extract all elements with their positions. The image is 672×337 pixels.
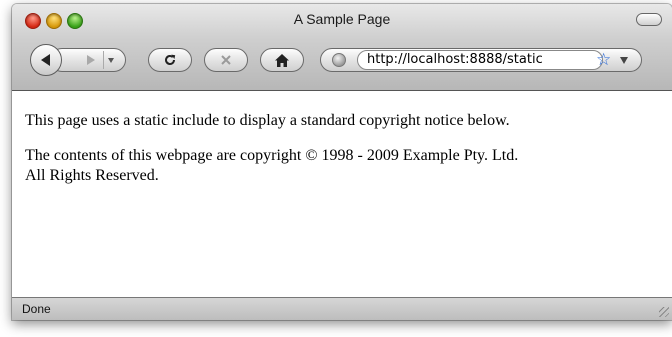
site-globe-icon[interactable] — [332, 53, 346, 67]
toolbar-divider — [103, 51, 104, 69]
back-forward-group — [30, 44, 126, 76]
stop-button[interactable] — [204, 48, 248, 72]
title-bar: A Sample Page http://localhost:8888/stat… — [12, 4, 672, 91]
browser-window: A Sample Page http://localhost:8888/stat… — [12, 4, 672, 320]
url-input[interactable]: http://localhost:8888/static — [357, 50, 603, 70]
home-icon — [275, 53, 289, 67]
window-title: A Sample Page — [293, 11, 391, 27]
home-button[interactable] — [260, 48, 304, 72]
reload-icon — [165, 54, 176, 65]
intro-paragraph: This page uses a static include to displ… — [25, 112, 510, 129]
rights-reserved: All Rights Reserved. — [25, 167, 159, 184]
status-text: Done — [22, 302, 51, 316]
history-dropdown-icon[interactable] — [108, 58, 114, 63]
status-bar: Done — [12, 297, 672, 320]
forward-arrow-icon — [87, 55, 95, 65]
copyright-notice: The contents of this webpage are copyrig… — [25, 147, 519, 164]
toolbar-toggle-button[interactable] — [636, 13, 662, 26]
page-content: This page uses a static include to displ… — [12, 91, 672, 297]
resize-grip[interactable] — [659, 307, 669, 317]
reload-button[interactable] — [148, 48, 192, 72]
back-button[interactable] — [30, 44, 62, 76]
url-dropdown-icon[interactable] — [620, 57, 628, 64]
back-arrow-icon — [40, 54, 50, 66]
copyright-paragraph: The contents of this webpage are copyrig… — [25, 146, 659, 186]
star-icon[interactable]: ☆ — [596, 51, 611, 68]
stop-icon — [221, 55, 231, 65]
address-bar: http://localhost:8888/static ☆ — [320, 48, 642, 72]
